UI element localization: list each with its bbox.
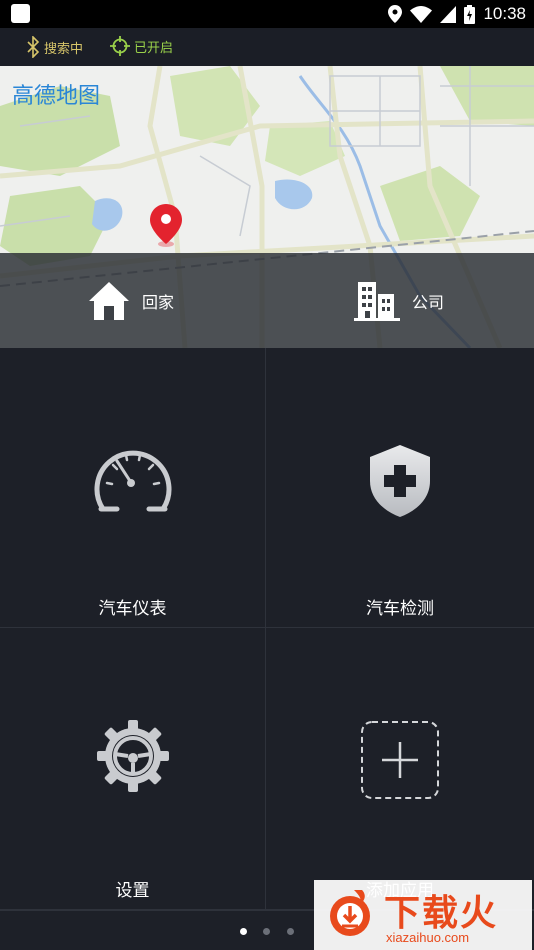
go-home-label: 回家	[142, 292, 175, 312]
app-grid: 汽车仪表 汽车检测 设置	[0, 348, 534, 910]
watermark-url: xiazaihuo.com	[386, 930, 470, 945]
map-widget[interactable]: 高德地图 回家 公司	[0, 66, 534, 348]
bluetooth-status[interactable]: 搜索中	[26, 36, 83, 58]
status-bar: 10:38	[0, 0, 534, 28]
add-app-icon	[361, 721, 439, 799]
download-fire-logo-icon	[330, 890, 370, 936]
gps-status-text: 已开启	[134, 40, 174, 56]
page-dot-active[interactable]	[240, 928, 247, 935]
office-building-icon	[354, 281, 400, 321]
go-office-label: 公司	[412, 292, 445, 312]
watermark-brand: 下载火	[384, 893, 499, 934]
app-label-diagnostics: 汽车检测	[366, 599, 434, 619]
app-tile-dashboard[interactable]: 汽车仪表	[0, 348, 266, 628]
battery-icon	[464, 4, 476, 24]
page-dot[interactable]	[287, 928, 294, 935]
speedometer-icon	[94, 450, 171, 512]
signal-icon	[440, 5, 457, 23]
connection-info-bar: 搜索中 已开启	[0, 28, 534, 66]
steering-gear-icon	[96, 720, 169, 792]
app-tile-diagnostics[interactable]: 汽车检测	[266, 348, 534, 628]
clock: 10:38	[483, 4, 526, 23]
navigation-shortcuts: 回家 公司	[0, 253, 534, 348]
gps-status[interactable]: 已开启	[110, 36, 173, 56]
go-home-button[interactable]: 回家	[88, 253, 174, 348]
page-dot[interactable]	[263, 928, 270, 935]
map-title: 高德地图	[12, 84, 101, 109]
bluetooth-icon	[27, 36, 40, 58]
go-office-button[interactable]: 公司	[354, 253, 444, 348]
app-indicator-icon	[11, 4, 30, 23]
app-label-settings: 设置	[115, 881, 150, 901]
status-icons: 10:38	[388, 3, 526, 25]
shield-plus-icon	[370, 445, 430, 517]
wifi-icon	[410, 5, 433, 23]
app-label-dashboard: 汽车仪表	[98, 599, 167, 619]
app-tile-settings[interactable]: 设置	[0, 628, 266, 910]
location-icon	[388, 5, 403, 23]
gps-crosshair-icon	[110, 36, 130, 56]
location-pin-icon	[150, 204, 182, 247]
bluetooth-status-text: 搜索中	[44, 41, 84, 57]
site-watermark: 下载火 xiazaihuo.com	[314, 880, 532, 950]
home-icon	[89, 281, 129, 320]
app-tile-add[interactable]: 添加应用	[266, 628, 534, 910]
